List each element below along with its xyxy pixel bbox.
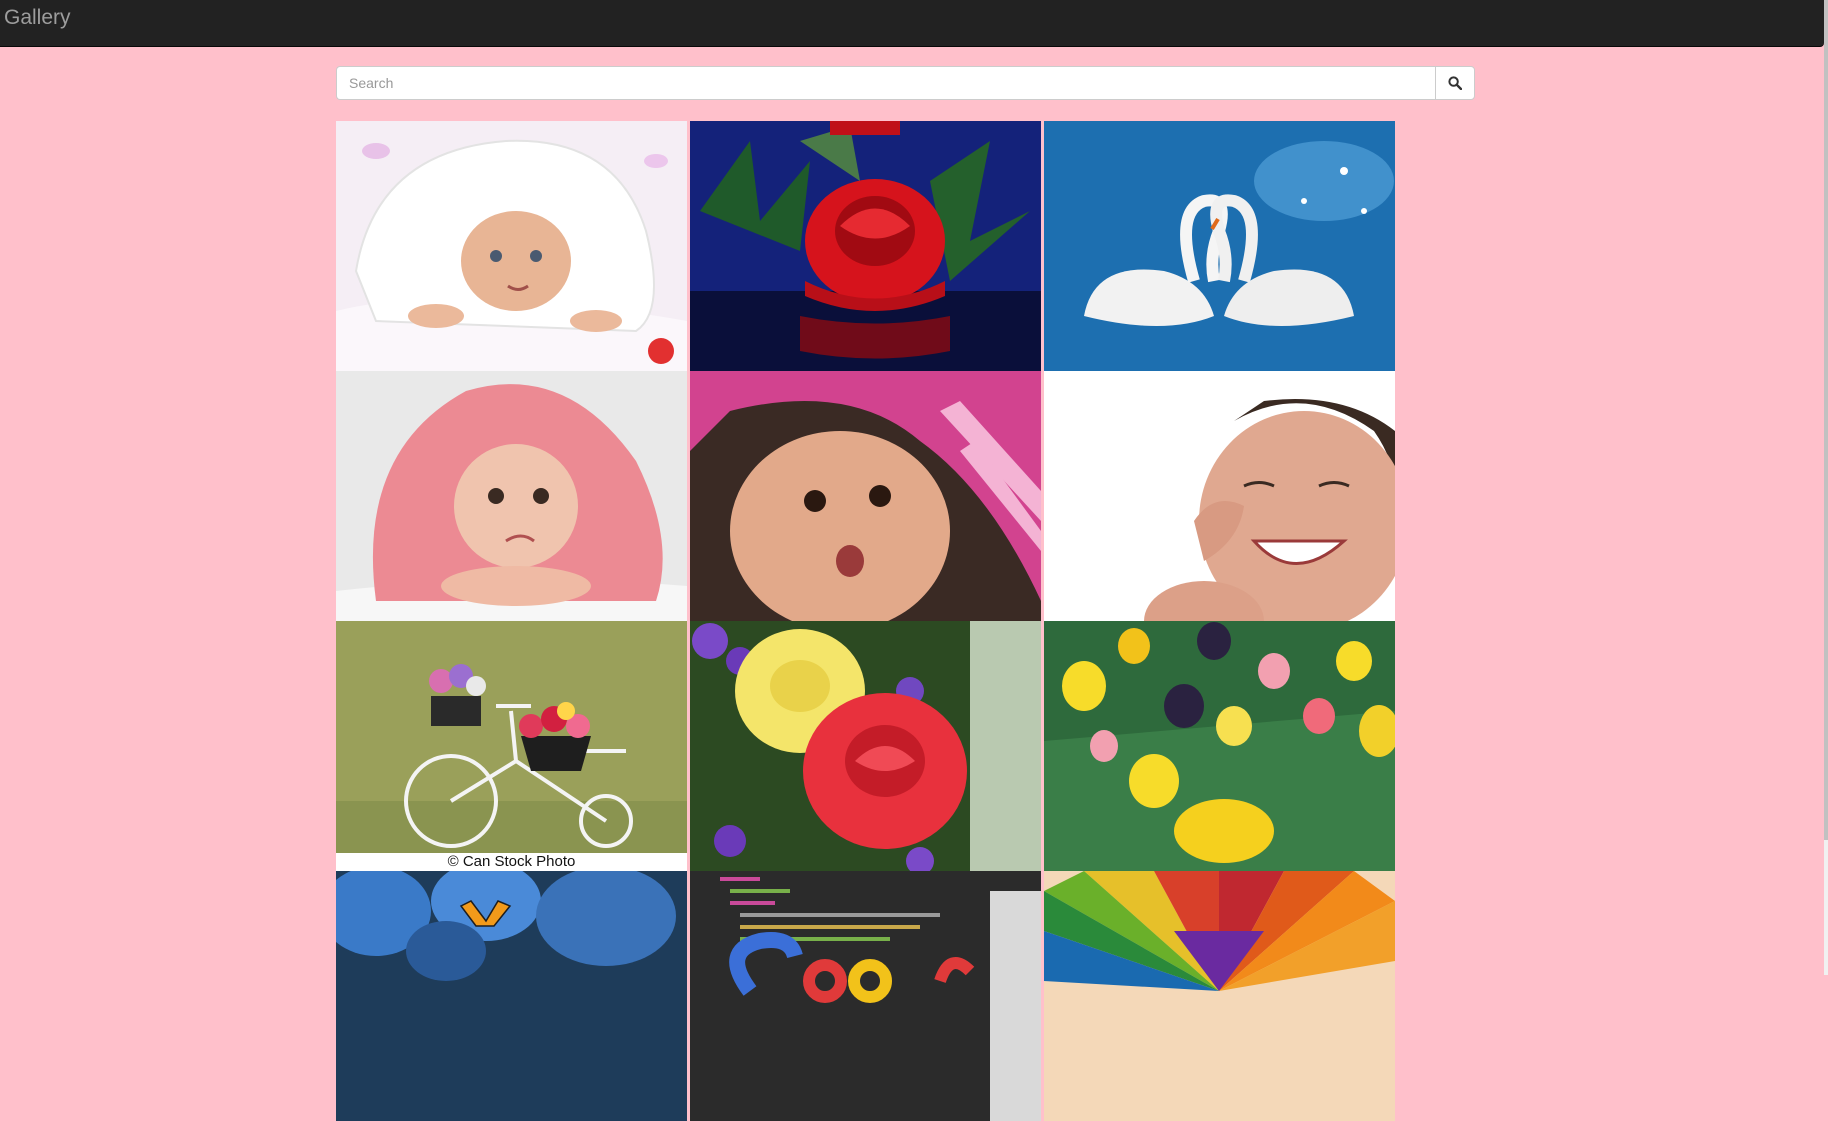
gallery-item-code-screen[interactable]	[690, 871, 1041, 1121]
gallery-item-butterfly-stones[interactable]	[336, 871, 687, 1121]
page-scrollbar[interactable]	[1824, 0, 1828, 975]
code-screen-photo	[690, 871, 1041, 1121]
baby-white-towel-photo	[336, 121, 687, 371]
photo-watermark-caption: © Can Stock Photo	[336, 853, 687, 871]
gallery-item-red-rose-water[interactable]	[690, 121, 1041, 371]
search-icon	[1448, 76, 1462, 90]
search-bar	[336, 66, 1475, 100]
colored-pencils-photo	[1044, 871, 1395, 1121]
butterfly-stones-photo	[336, 871, 687, 1121]
laughing-baby-photo	[1044, 371, 1395, 621]
yellow-red-roses-photo	[690, 621, 1041, 871]
swans-photo	[1044, 121, 1395, 371]
tulips-photo	[1044, 621, 1395, 871]
gallery-item-tulips[interactable]	[1044, 621, 1395, 871]
flower-bicycle-photo	[336, 621, 687, 871]
scrollbar-thumb[interactable]	[1824, 0, 1828, 840]
search-button[interactable]	[1435, 66, 1475, 100]
gallery-item-flower-bicycle[interactable]: © Can Stock Photo	[336, 621, 687, 871]
gallery-item-colored-pencils[interactable]	[1044, 871, 1395, 1121]
gallery-item-baby-white-towel[interactable]	[336, 121, 687, 371]
baby-pink-blanket-photo	[690, 371, 1041, 621]
search-input[interactable]	[336, 66, 1435, 100]
gallery-item-laughing-baby[interactable]	[1044, 371, 1395, 621]
top-navbar: Gallery	[0, 0, 1824, 47]
gallery-item-yellow-red-roses[interactable]	[690, 621, 1041, 871]
gallery-item-baby-pink-towel[interactable]	[336, 371, 687, 621]
red-rose-water-photo	[690, 121, 1041, 371]
gallery-item-baby-pink-blanket[interactable]	[690, 371, 1041, 621]
navbar-brand[interactable]: Gallery	[4, 7, 71, 28]
gallery-item-swans[interactable]	[1044, 121, 1395, 371]
baby-pink-towel-photo	[336, 371, 687, 621]
